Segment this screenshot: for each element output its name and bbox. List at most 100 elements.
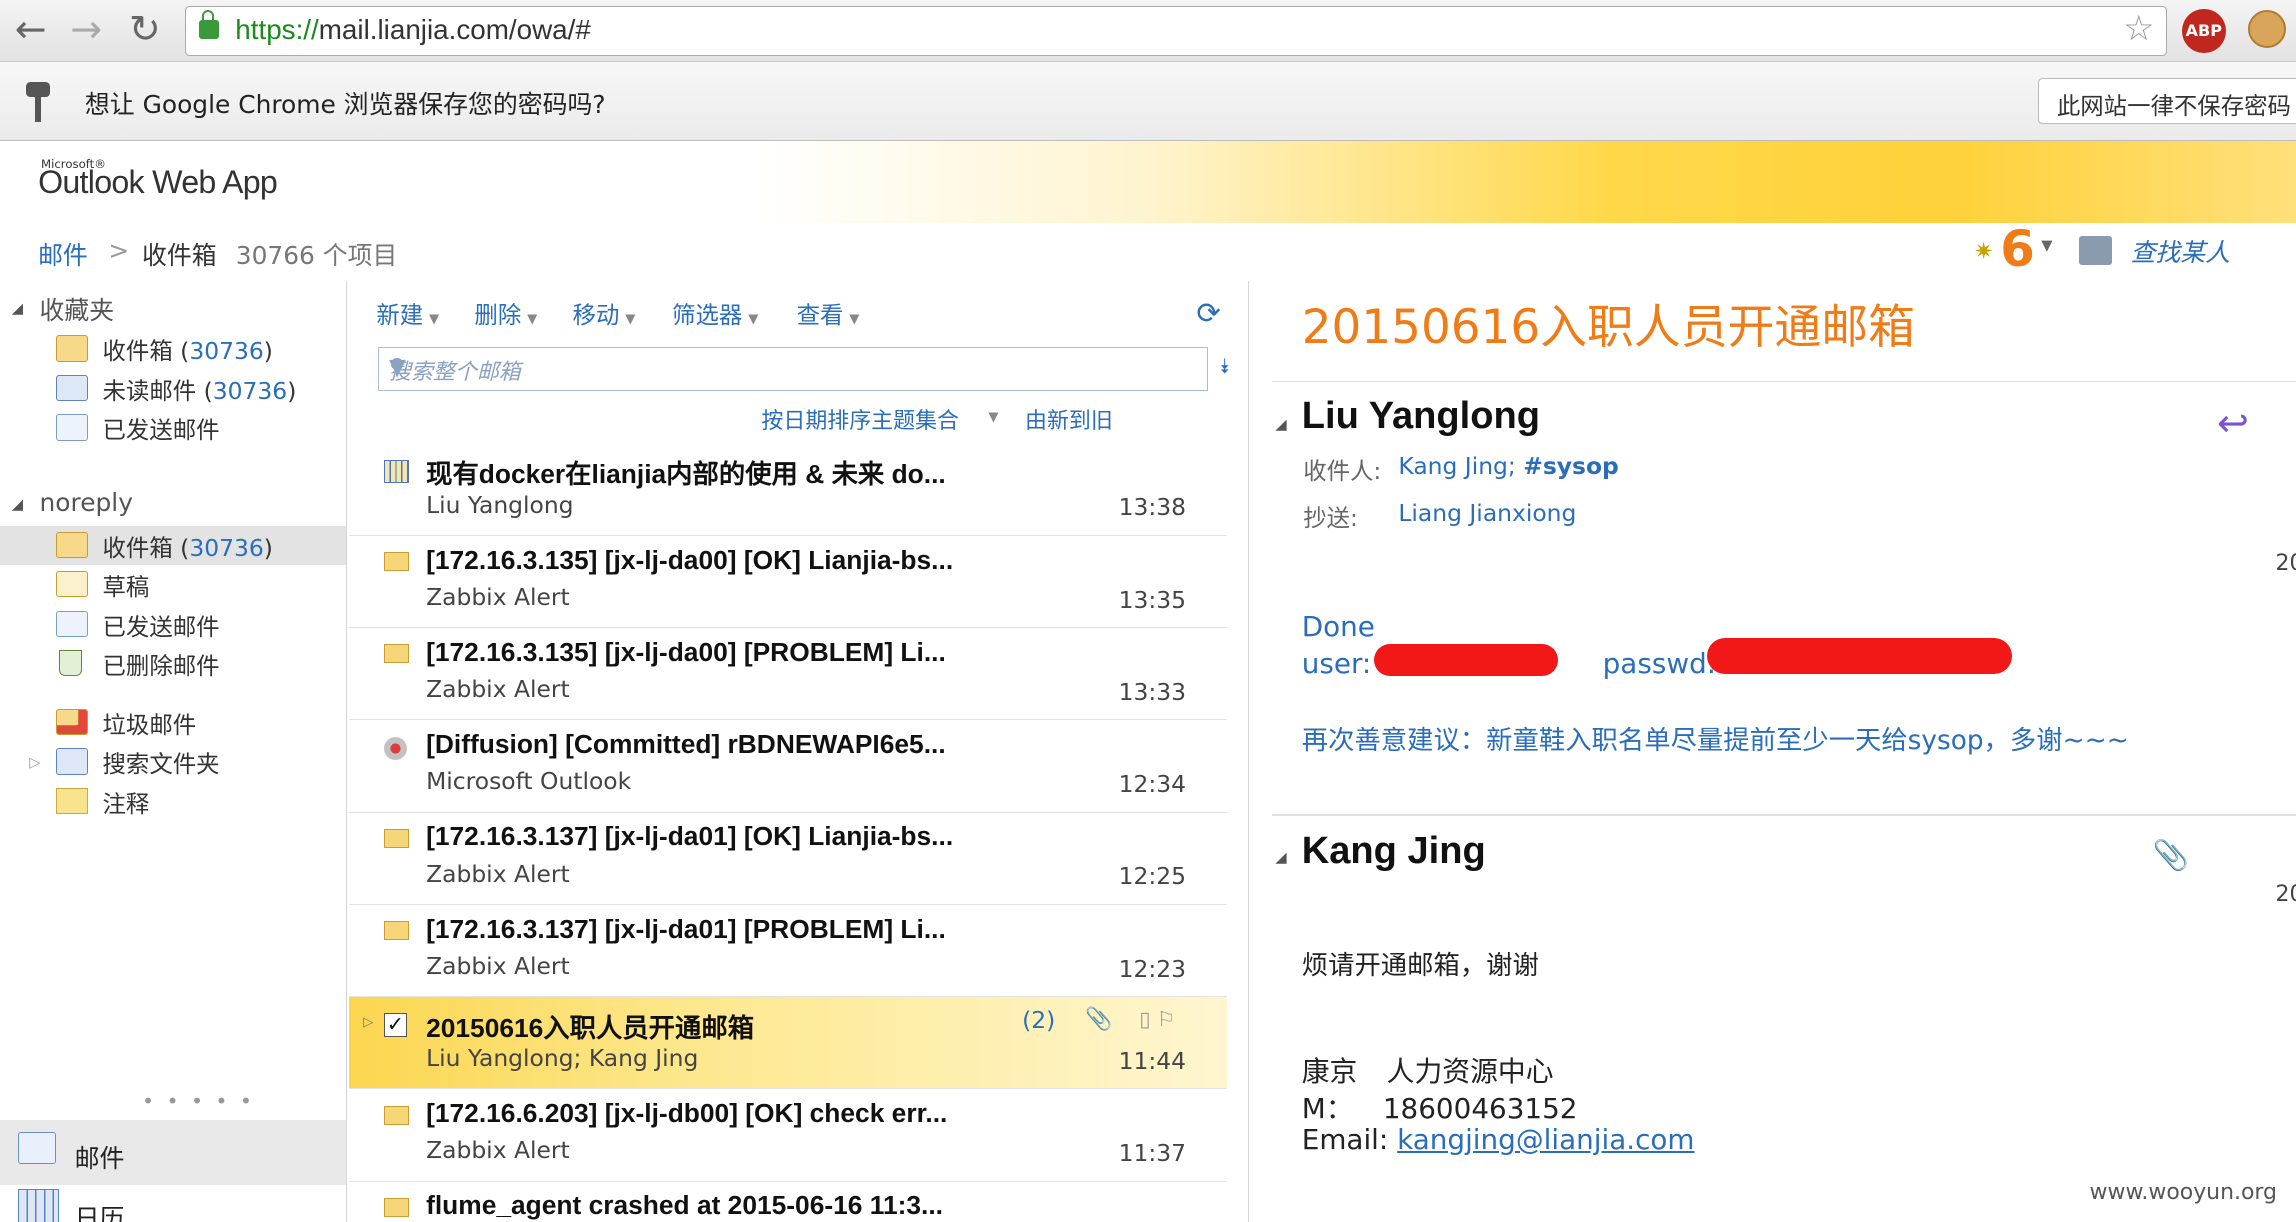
selected-checkbox[interactable]: ✓ xyxy=(383,1013,408,1037)
calendar-module-label[interactable]: 日历 xyxy=(75,1199,125,1222)
nav-favorite-inbox[interactable]: 收件箱 (30736) xyxy=(0,329,346,369)
message-body: 烦请开通邮箱，谢谢 xyxy=(1301,951,1539,981)
pane-resize-handle[interactable]: • • • • • xyxy=(142,1089,255,1113)
message-row[interactable]: [172.16.3.137] [jx-lj-da01] [PROBLEM] Li… xyxy=(348,905,1228,998)
envelope-icon xyxy=(383,1197,409,1217)
message-row[interactable]: [172.16.3.135] [jx-lj-da00] [PROBLEM] Li… xyxy=(348,628,1228,721)
chevron-down-icon[interactable]: ▼ xyxy=(988,410,998,425)
sort-order-toggle[interactable]: 由新到旧 xyxy=(1025,404,1113,435)
message-sender-name[interactable]: Liu Yanglong xyxy=(1302,395,1540,438)
app-logo: Outlook Web App xyxy=(38,163,278,200)
attachment-icon[interactable]: 📎 xyxy=(2153,838,2189,873)
message-row[interactable]: [Diffusion] [Committed] rBDNEWAPI6e5... … xyxy=(348,720,1228,813)
message-row[interactable]: [172.16.6.203] [jx-lj-db00] [OK] check e… xyxy=(348,1089,1228,1182)
message-subject: 20150616入职人员开通邮箱 xyxy=(426,1012,755,1043)
message-sender: Liu Yanglong xyxy=(426,490,574,519)
nav-mail-module[interactable]: 邮件 xyxy=(0,1120,346,1185)
reload-icon[interactable]: ↻ xyxy=(129,8,161,50)
nav-label: 搜索文件夹 xyxy=(102,750,220,779)
reading-pane: 20150616入职人员开通邮箱 ◢ Liu Yanglong ↩ 收件人: K… xyxy=(1250,281,2296,1222)
reply-icon[interactable]: ↩ xyxy=(2217,401,2249,445)
message-row[interactable]: flume_agent crashed at 2015-06-16 11:3..… xyxy=(349,1182,1228,1222)
favorites-header[interactable]: 收藏夹 xyxy=(40,291,115,327)
collapse-message-icon[interactable]: ◢ xyxy=(1275,416,1286,433)
adblock-icon[interactable]: ABP xyxy=(2181,8,2226,53)
conversation-title: 20150616入职人员开通邮箱 xyxy=(1301,300,1915,355)
nav-sent[interactable]: 已发送邮件 xyxy=(0,605,346,645)
message-subject: [172.16.3.137] [jx-lj-da01] [PROBLEM] Li… xyxy=(426,913,946,944)
expand-search-icon[interactable]: ⯯ xyxy=(1218,354,1230,379)
chevron-down-icon[interactable]: ▼ xyxy=(2041,237,2052,254)
message-subject: [172.16.3.135] [jx-lj-da00] [OK] Lianjia… xyxy=(426,544,954,575)
message-row[interactable]: [172.16.3.137] [jx-lj-da01] [OK] Lianjia… xyxy=(348,813,1228,905)
bookmark-star-icon[interactable]: ☆ xyxy=(2123,8,2155,49)
collapse-favorites-icon[interactable]: ◢ xyxy=(12,300,23,317)
bell-icon[interactable]: ✷ xyxy=(1974,237,1994,265)
message-note: 再次善意建议：新童鞋入职名单尽量提前至少一天给sysop，多谢~~~ xyxy=(1301,725,2129,756)
nav-search-folders[interactable]: ▷ 搜索文件夹 xyxy=(0,742,346,782)
message-row[interactable]: 现有docker在lianjia内部的使用 & 未来 do... Liu Yan… xyxy=(348,444,1228,536)
message-time: 12:25 xyxy=(1118,862,1187,891)
signature-phone-line: M： 18600463152 xyxy=(1301,1091,1578,1125)
never-save-button[interactable]: 此网站一律不保存密码 xyxy=(2038,77,2296,125)
message-row-selected[interactable]: ▷ ✓ 20150616入职人员开通邮箱 (2) 📎 ▯ ⚐ Liu Yangl… xyxy=(348,997,1228,1090)
nav-label: 已删除邮件 xyxy=(102,652,220,681)
account-header[interactable]: noreply xyxy=(40,488,133,517)
calendar-icon[interactable] xyxy=(17,1189,59,1222)
junk-folder-icon xyxy=(55,708,88,736)
folder-pane: ◢ 收藏夹 收件箱 (30736) 未读邮件 (30736) 已发送邮件 ◢ n… xyxy=(0,281,348,1222)
message-date: 20 xyxy=(2275,550,2296,576)
message-row[interactable]: [172.16.3.135] [jx-lj-da00] [OK] Lianjia… xyxy=(348,536,1228,629)
notification-count[interactable]: 6 xyxy=(2000,220,2035,278)
move-button[interactable]: 移动 ▼ xyxy=(573,296,636,330)
signature-email-line: Email: kangjing@lianjia.com xyxy=(1301,1123,1695,1157)
nav-favorite-unread[interactable]: 未读邮件 (30736) xyxy=(0,369,346,409)
address-book-icon[interactable] xyxy=(2079,235,2112,266)
message-time: 12:23 xyxy=(1118,954,1187,983)
view-button[interactable]: 查看 ▼ xyxy=(797,296,860,330)
email-link[interactable]: kangjing@lianjia.com xyxy=(1397,1123,1694,1156)
message-sender: Zabbix Alert xyxy=(426,675,570,704)
search-input[interactable]: 搜索整个邮箱 ⚲ ▼ xyxy=(377,347,1209,391)
conversation-count: (2) xyxy=(1022,1005,1056,1034)
expand-icon[interactable]: ▷ xyxy=(29,754,40,771)
nav-deleted[interactable]: 已删除邮件 xyxy=(0,644,346,684)
mail-icon xyxy=(17,1131,56,1165)
address-bar[interactable]: https://mail.lianjia.com/owa/# ☆ xyxy=(184,5,2168,56)
envelope-icon xyxy=(383,828,409,848)
filter-button[interactable]: 筛选器 ▼ xyxy=(672,296,758,330)
divider xyxy=(1272,814,2296,816)
message-time: 13:35 xyxy=(1118,585,1187,614)
unread-count: 30736 xyxy=(189,533,264,562)
new-button[interactable]: 新建 ▼ xyxy=(376,296,439,330)
collapse-message-icon[interactable]: ◢ xyxy=(1275,849,1286,866)
message-sender: Microsoft Outlook xyxy=(426,767,632,796)
breadcrumb-mail-link[interactable]: 邮件 xyxy=(38,236,88,272)
nav-drafts[interactable]: 草稿 xyxy=(0,565,346,605)
back-icon[interactable]: ← xyxy=(15,8,47,50)
divider xyxy=(1272,380,2296,383)
nav-junk[interactable]: 垃圾邮件 xyxy=(0,703,346,743)
chevron-down-icon[interactable]: ▼ xyxy=(389,355,1195,380)
drafts-icon xyxy=(55,571,88,598)
nav-notes[interactable]: 注释 xyxy=(0,782,346,822)
browser-toolbar: ← → ↻ https://mail.lianjia.com/owa/# ☆ A… xyxy=(0,0,2296,62)
mail-module-label: 邮件 xyxy=(74,1144,125,1174)
nav-favorite-sent[interactable]: 已发送邮件 xyxy=(0,409,346,449)
forward-icon[interactable]: → xyxy=(70,8,102,50)
flag-icon[interactable]: ▯ ⚐ xyxy=(1139,1007,1175,1031)
cookie-extension-icon[interactable] xyxy=(2247,10,2286,49)
nav-inbox[interactable]: 收件箱 (30736) xyxy=(0,525,346,566)
find-someone-link[interactable]: 查找某人 xyxy=(2131,233,2231,269)
expand-conversation-icon[interactable]: ▷ xyxy=(363,1015,373,1030)
cc-recipients[interactable]: Liang Jianxiong xyxy=(1398,499,1576,527)
message-sender-name[interactable]: Kang Jing xyxy=(1302,830,1486,873)
envelope-icon xyxy=(383,644,409,664)
delete-button[interactable]: 删除 ▼ xyxy=(474,296,537,330)
refresh-icon[interactable]: ⟳ xyxy=(1196,296,1221,330)
collapse-account-icon[interactable]: ◢ xyxy=(12,496,23,513)
message-sender: Zabbix Alert xyxy=(426,951,570,980)
notes-icon xyxy=(55,787,88,815)
nav-label: 已发送邮件 xyxy=(102,612,220,641)
sort-by-dropdown[interactable]: 按日期排序主题集合 xyxy=(761,404,959,435)
